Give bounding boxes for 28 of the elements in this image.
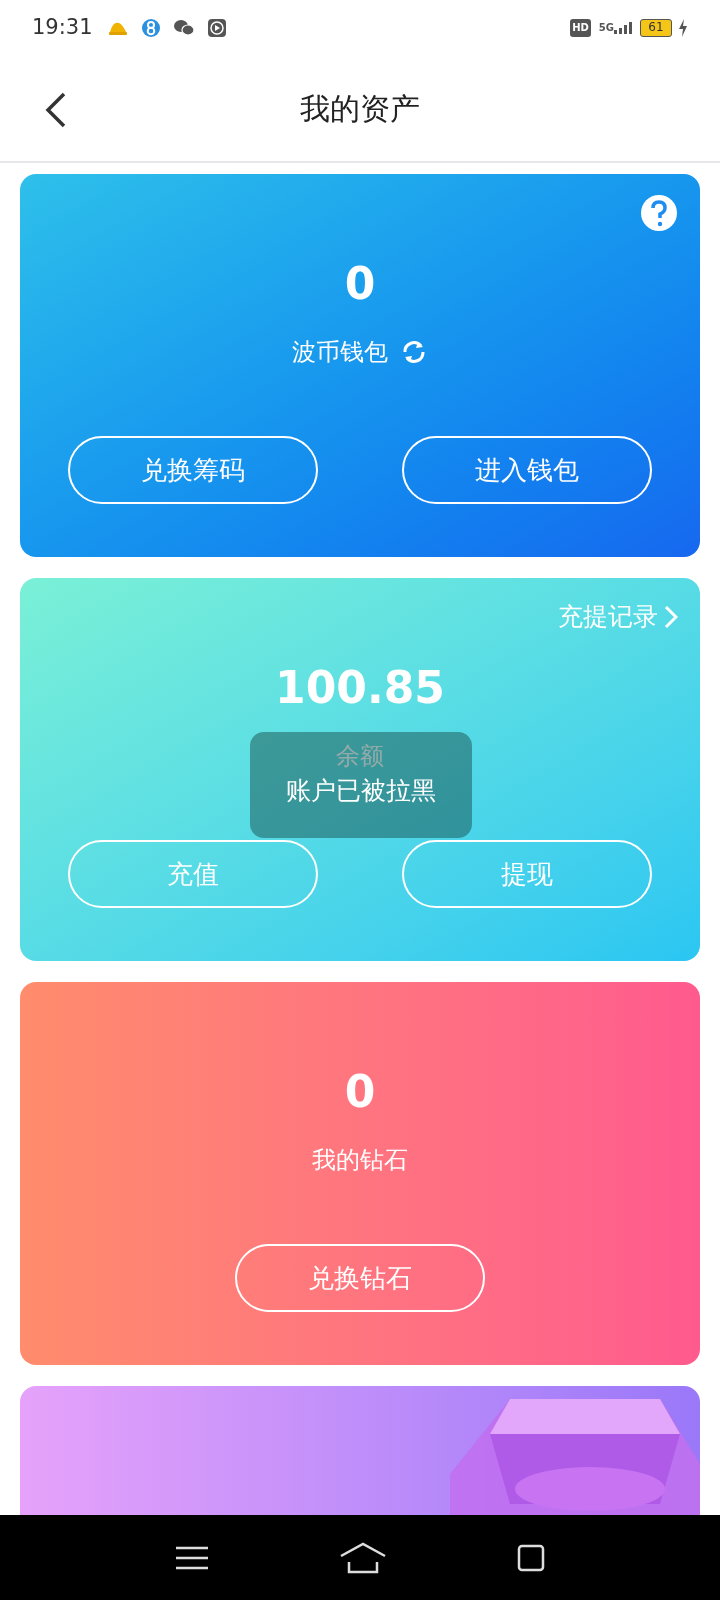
outline-button[interactable]: 提现 (402, 840, 652, 908)
card-label: 我的钻石 (312, 1145, 408, 1176)
chat-icon (172, 18, 195, 38)
records-link[interactable]: 充提记录 (558, 598, 678, 636)
amount-value: 0 (344, 257, 376, 311)
outline-button[interactable]: 进入钱包 (402, 436, 652, 504)
card-label: 余额 (336, 741, 384, 772)
recents-icon[interactable] (517, 1543, 545, 1572)
charging-icon (678, 19, 688, 37)
help-icon[interactable] (640, 194, 678, 232)
card-label: 波币钱包 (292, 337, 388, 368)
signal-icon (614, 22, 632, 34)
outline-button[interactable]: 兑换钻石 (235, 1244, 485, 1312)
battery-indicator: 61 (640, 19, 672, 37)
outline-button[interactable]: 兑换筹码 (68, 436, 318, 504)
app-icon (140, 18, 161, 38)
play-icon (206, 18, 227, 38)
menu-icon[interactable] (175, 1544, 209, 1571)
home-icon[interactable] (339, 1541, 387, 1574)
network-label: 5G (598, 22, 614, 34)
back-icon[interactable] (44, 92, 68, 128)
amount-value: 100.85 (275, 661, 445, 715)
page-title: 我的资产 (300, 90, 420, 128)
status-time: 19:31 (32, 14, 93, 42)
chevron-right-icon (664, 604, 678, 629)
outline-button[interactable]: 充值 (68, 840, 318, 908)
hd-indicator: HD (570, 19, 591, 37)
amount-value: 0 (344, 1065, 376, 1119)
